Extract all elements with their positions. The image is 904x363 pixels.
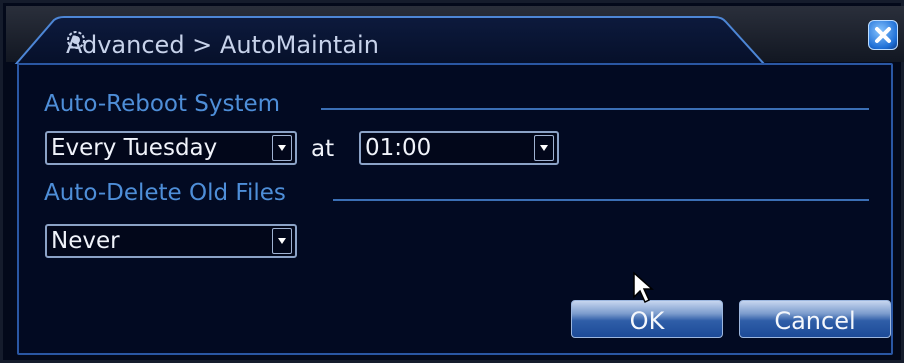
auto-delete-select[interactable]: Never	[45, 224, 297, 258]
reboot-day-select[interactable]: Every Tuesday	[45, 131, 297, 165]
title-tab: Advanced > AutoMaintain	[14, 16, 774, 64]
reboot-day-value: Every Tuesday	[51, 135, 218, 161]
window-title-text: Advanced > AutoMaintain	[66, 31, 379, 59]
gear-icon	[67, 31, 85, 49]
chevron-down-icon[interactable]	[534, 135, 554, 161]
reboot-time-select[interactable]: 01:00	[359, 131, 559, 165]
chevron-down-icon[interactable]	[272, 228, 292, 254]
section-divider	[321, 108, 869, 110]
auto-reboot-label: Auto-Reboot System	[44, 91, 281, 117]
section-divider	[333, 199, 869, 201]
close-button[interactable]	[868, 20, 898, 50]
title-bar[interactable]: Advanced > AutoMaintain	[6, 6, 904, 64]
chevron-down-icon[interactable]	[272, 135, 292, 161]
auto-maintain-dialog: Advanced > AutoMaintain Auto-Reboot Syst…	[0, 0, 904, 363]
window-title: Advanced > AutoMaintain	[66, 30, 379, 60]
auto-delete-value: Never	[51, 228, 120, 254]
close-icon	[875, 27, 891, 43]
ok-button[interactable]: OK	[571, 300, 723, 338]
auto-delete-label: Auto-Delete Old Files	[44, 180, 286, 206]
mouse-cursor-icon	[633, 271, 654, 304]
cancel-button[interactable]: Cancel	[739, 300, 891, 338]
reboot-time-value: 01:00	[365, 135, 432, 161]
settings-panel: Auto-Reboot System Every Tuesday at 01:0…	[17, 63, 893, 355]
at-label: at	[311, 136, 335, 162]
